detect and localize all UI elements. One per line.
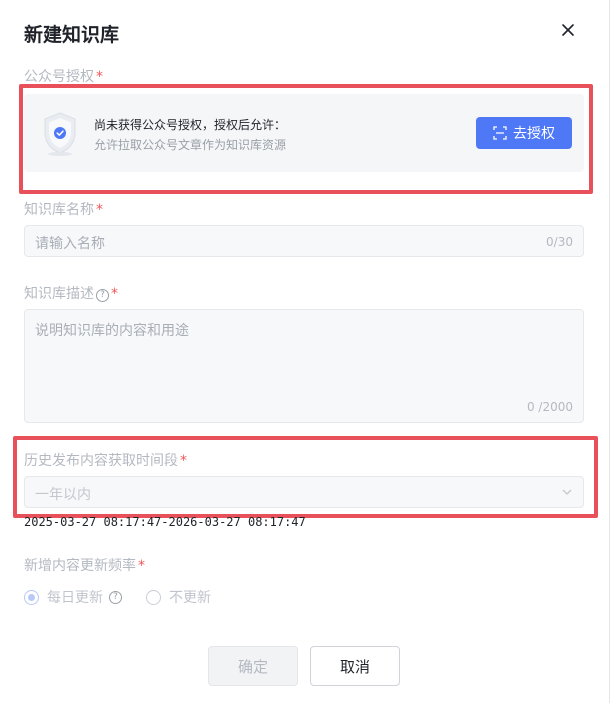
description-label-text: 知识库描述	[24, 286, 94, 302]
close-icon[interactable]	[559, 21, 577, 39]
required-mark: *	[138, 558, 145, 574]
name-input[interactable]: 请输入名称 0/30	[24, 225, 584, 257]
radio-no-update[interactable]	[146, 589, 161, 605]
confirm-button[interactable]: 确定	[208, 646, 298, 686]
name-label-text: 知识库名称	[24, 202, 94, 218]
radio-no-update-label: 不更新	[169, 590, 211, 606]
confirm-button-label: 确定	[237, 657, 268, 676]
required-mark: *	[111, 286, 118, 302]
cancel-button[interactable]: 取消	[310, 646, 400, 686]
description-counter: 0 /2000	[526, 400, 573, 414]
description-textarea[interactable]: 说明知识库的内容和用途 0 /2000	[24, 309, 584, 423]
frequency-label-text: 新增内容更新频率	[24, 558, 136, 574]
radio-daily[interactable]	[24, 589, 39, 605]
frequency-radio-group: 每日更新 ? 不更新	[24, 587, 211, 607]
create-knowledge-base-dialog: 新建知识库 公众号授权 * 尚未获得公众号授权，授权后允许： 允许拉取公众号文章作…	[0, 0, 610, 703]
auth-label-text: 公众号授权	[24, 69, 94, 85]
radio-daily-label: 每日更新	[47, 590, 103, 606]
name-counter: 0/30	[546, 235, 573, 249]
frequency-label: 新增内容更新频率 *	[24, 555, 145, 575]
time-range-text: 2025-03-27 08:17:47-2026-03-27 08:17:47	[24, 515, 306, 529]
description-placeholder: 说明知识库的内容和用途	[35, 323, 189, 339]
name-label: 知识库名称 *	[24, 199, 103, 219]
description-label: 知识库描述? *	[24, 283, 118, 303]
dialog-title: 新建知识库	[24, 24, 120, 46]
highlight-outline-auth	[19, 84, 593, 194]
required-mark: *	[96, 202, 103, 218]
help-icon[interactable]: ?	[109, 590, 122, 604]
cancel-button-label: 取消	[339, 657, 370, 676]
name-placeholder: 请输入名称	[35, 236, 105, 252]
highlight-outline-history	[13, 436, 598, 518]
help-icon[interactable]: ?	[96, 289, 109, 302]
auth-label: 公众号授权 *	[24, 66, 103, 86]
required-mark: *	[96, 69, 103, 85]
